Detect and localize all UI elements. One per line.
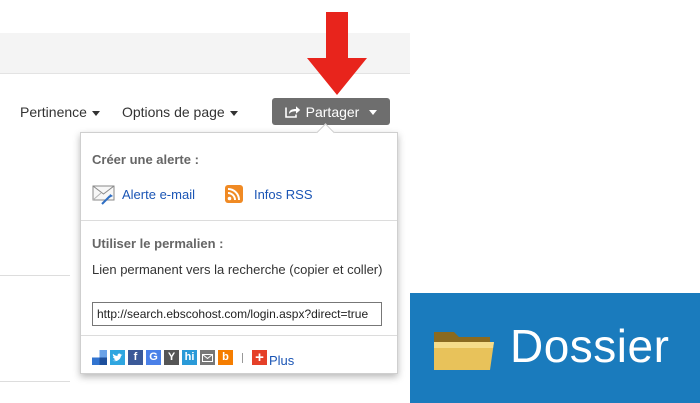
menu-pointer <box>316 123 335 142</box>
menu-divider <box>81 220 397 221</box>
blogger-icon[interactable]: b <box>218 350 233 365</box>
relevance-dropdown[interactable]: Pertinence <box>20 104 100 120</box>
rss-link[interactable]: Infos RSS <box>224 185 313 203</box>
email-share-icon[interactable] <box>200 350 215 365</box>
permalink-input[interactable] <box>92 302 382 326</box>
share-menu: Créer une alerte : Alerte e-mail Infos R… <box>80 123 398 374</box>
folder-icon <box>434 332 494 370</box>
alert-links: Alerte e-mail Infos RSS <box>92 183 313 205</box>
email-alert-link[interactable]: Alerte e-mail <box>92 183 195 205</box>
share-label: Partager <box>305 103 360 120</box>
permalink-description: Lien permanent vers la recherche (copier… <box>92 262 383 277</box>
google-icon[interactable]: G <box>146 350 161 365</box>
divider-line <box>0 381 70 382</box>
rss-label: Infos RSS <box>253 186 313 202</box>
alert-section-title: Créer une alerte : <box>92 152 199 167</box>
menu-divider <box>81 335 397 336</box>
folder-button[interactable]: Dossier <box>410 293 700 403</box>
relevance-label: Pertinence <box>20 104 87 120</box>
more-share-options-link[interactable]: + Plus <box>252 349 295 368</box>
page-options-dropdown[interactable]: Options de page <box>122 104 238 120</box>
twitter-icon[interactable] <box>110 350 125 365</box>
share-button[interactable]: Partager <box>272 98 390 125</box>
rss-icon <box>224 185 243 203</box>
caret-down-icon <box>369 110 378 115</box>
folder-label: Dossier <box>510 320 670 372</box>
ycombinator-icon[interactable]: Y <box>164 350 179 365</box>
caret-down-icon <box>91 110 100 116</box>
plus-label: Plus <box>269 353 295 368</box>
email-envelope-icon <box>92 185 115 205</box>
delicious-icon[interactable] <box>92 350 107 365</box>
red-down-arrow-icon <box>307 12 367 95</box>
permalink-section-title: Utiliser le permalien : <box>92 236 224 251</box>
social-share-bar: f G Y hi b + Plus <box>92 349 295 368</box>
divider-line <box>0 275 70 276</box>
email-alert-label: Alerte e-mail <box>122 186 195 202</box>
separator <box>242 352 243 363</box>
caret-down-icon <box>229 110 238 116</box>
hi5-icon[interactable]: hi <box>182 350 197 365</box>
plus-icon: + <box>252 349 267 366</box>
facebook-icon[interactable]: f <box>128 350 143 365</box>
results-toolbar: Pertinence Options de page <box>20 100 238 124</box>
page-options-label: Options de page <box>121 104 225 120</box>
share-icon <box>284 106 300 118</box>
